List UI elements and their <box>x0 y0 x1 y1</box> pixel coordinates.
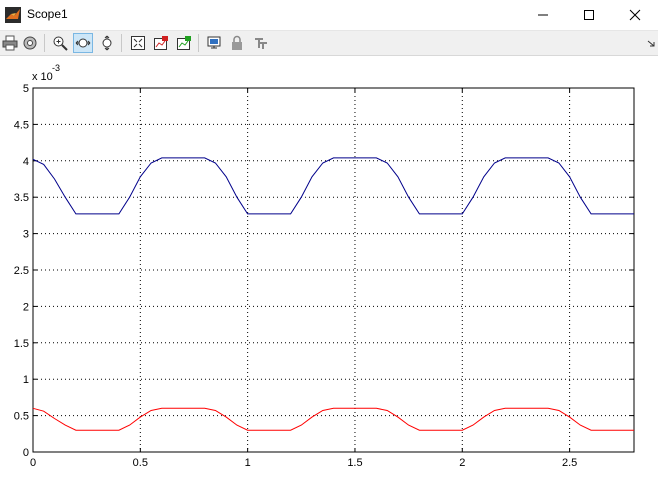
x-tick-label: 0.5 <box>133 457 148 469</box>
toolbar <box>0 31 658 56</box>
parameters-icon <box>23 36 37 50</box>
matlab-icon <box>5 7 21 23</box>
zoom-in-icon <box>53 36 68 51</box>
x-tick-label: 1.5 <box>347 457 362 469</box>
minimize-button[interactable] <box>520 0 566 30</box>
x-tick-label: 1 <box>245 457 251 469</box>
signal-selection-icon <box>255 38 267 49</box>
zoom-y-button[interactable] <box>97 33 117 53</box>
zoom-x-button[interactable] <box>73 33 93 53</box>
y-tick-label: 1 <box>23 374 29 386</box>
scope-chart[interactable]: 0 0.5 1 1.5 2 2.5 0 0.5 1 1.5 2 2.5 3 3.5 4 4.5 5 x 10 -… <box>0 56 658 472</box>
chevron-icon <box>647 40 655 47</box>
window-title: Scope1 <box>27 7 68 21</box>
floating-scope-button[interactable] <box>204 33 224 53</box>
series-line-2 <box>32 407 634 431</box>
x-tick-label: 0 <box>30 457 36 469</box>
y-tick-label: 0.5 <box>14 411 29 423</box>
lock-axes-button[interactable] <box>227 33 247 53</box>
title-bar: Scope1 <box>0 0 658 31</box>
grid <box>33 88 634 452</box>
autoscale-button[interactable] <box>128 33 148 53</box>
save-axes-settings-button[interactable] <box>151 33 171 53</box>
floating-scope-icon <box>207 36 221 49</box>
x-tick-label: 2.5 <box>562 457 577 469</box>
zoom-in-button[interactable] <box>50 33 70 53</box>
y-tick-label: 2 <box>23 301 29 313</box>
restore-axes-settings-button[interactable] <box>174 33 194 53</box>
y-tick-label: 3 <box>23 229 29 241</box>
y-exponent-label: x 10 <box>32 71 53 83</box>
zoom-x-icon <box>75 38 91 48</box>
x-tick-label: 2 <box>459 457 465 469</box>
y-tick-label: 0 <box>23 447 29 459</box>
maximize-button[interactable] <box>566 0 612 30</box>
close-button[interactable] <box>612 0 658 30</box>
signal-selection-button[interactable] <box>251 33 271 53</box>
zoom-y-icon <box>102 35 112 51</box>
y-tick-label: 4.5 <box>14 119 29 131</box>
y-tick-label: 4 <box>23 156 29 168</box>
autoscale-icon <box>131 36 145 50</box>
y-tick-label: 3.5 <box>14 192 29 204</box>
minimize-icon <box>538 14 548 16</box>
toolbar-overflow-button[interactable] <box>644 33 658 53</box>
y-tick-label: 2.5 <box>14 265 29 277</box>
toolbar-separator <box>44 34 45 52</box>
signal-lines <box>32 157 634 431</box>
scope-plot-area: 0 0.5 1 1.5 2 2.5 0 0.5 1 1.5 2 2.5 3 3.5 4 4.5 5 x 10 -… <box>0 56 658 472</box>
parameters-button[interactable] <box>20 33 40 53</box>
y-tick-label: 5 <box>23 83 29 95</box>
maximize-icon <box>584 10 594 20</box>
toolbar-separator <box>198 34 199 52</box>
y-exponent-power: -3 <box>52 63 60 73</box>
print-icon <box>2 35 18 51</box>
print-button[interactable] <box>0 33 20 53</box>
series-line-1 <box>32 157 634 215</box>
close-icon <box>629 9 641 21</box>
lock-axes-icon <box>232 35 242 50</box>
save-axes-settings-icon <box>154 36 168 50</box>
y-tick-label: 1.5 <box>14 338 29 350</box>
toolbar-separator <box>121 34 122 52</box>
restore-axes-settings-icon <box>177 36 191 50</box>
